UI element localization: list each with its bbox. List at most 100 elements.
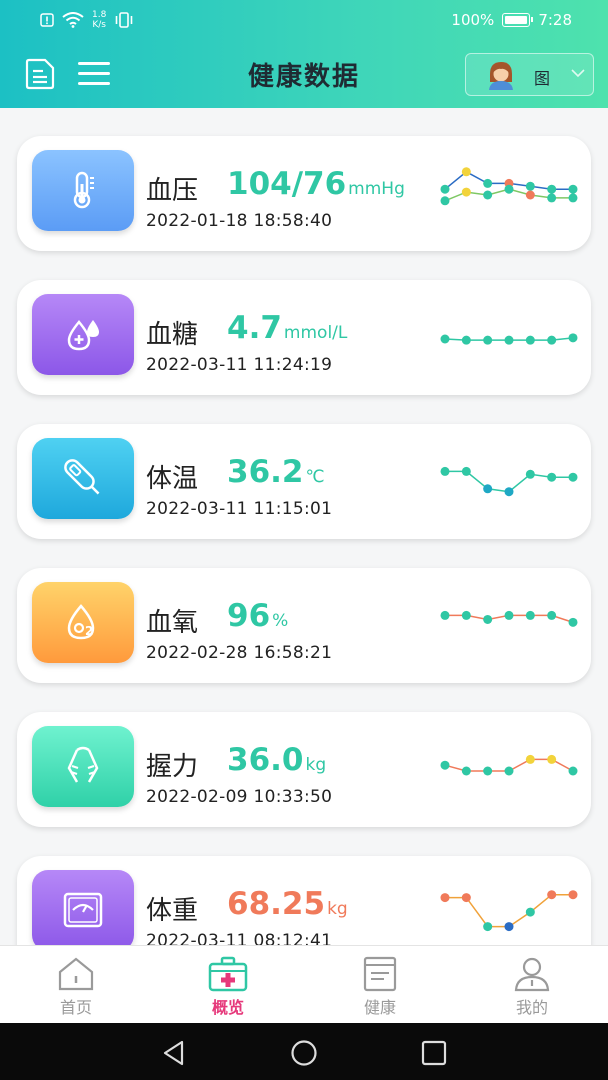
- sparkline-point: [504, 335, 514, 345]
- card-blood-sugar[interactable]: 血糖 4.7 mmol/L 2022-03-11 11:24:19: [17, 280, 591, 395]
- chevron-down-icon: [571, 69, 585, 78]
- sparkline-point: [568, 890, 578, 900]
- sparkline-point: [504, 922, 514, 932]
- sparkline-point: [525, 469, 535, 479]
- metric-timestamp: 2022-03-11 08:12:41: [146, 931, 333, 945]
- metric-value: 36.0 kg: [227, 742, 327, 778]
- sparkline-point: [461, 335, 471, 345]
- svg-text:2: 2: [85, 624, 93, 638]
- card-blood-oxygen[interactable]: 2 血氧 96% 2022-02-28 16:58:21: [17, 568, 591, 683]
- system-nav-bar: [0, 1023, 608, 1080]
- sparkline-point: [568, 617, 578, 627]
- sparkline-point: [504, 610, 514, 620]
- sparkline-point: [568, 766, 578, 776]
- sparkline-point: [504, 487, 514, 497]
- card-body-weight[interactable]: 体重 68.25 kg 2022-03-11 08:12:41: [17, 856, 591, 945]
- sparkline-point: [504, 184, 514, 194]
- metric-name: 血糖: [146, 320, 199, 350]
- sparkline-point: [461, 893, 471, 903]
- digital-thermometer-icon: [64, 459, 100, 495]
- card-icon-box: [32, 870, 134, 945]
- sparkline-point: [525, 907, 535, 917]
- sparkline-point: [440, 334, 450, 344]
- sparkline-point: [525, 190, 535, 200]
- sparkline-point: [568, 472, 578, 482]
- scale-icon: [63, 892, 103, 928]
- user-name: 图: [534, 69, 551, 88]
- metric-value: 36.2 ℃: [227, 454, 325, 490]
- home-circle-icon[interactable]: [290, 1039, 318, 1067]
- wifi-icon: [62, 12, 84, 28]
- sparkline-point: [461, 466, 471, 476]
- card-grip-strength[interactable]: 握力 36.0 kg 2022-02-09 10:33:50: [17, 712, 591, 827]
- trend-sparkline: [440, 890, 578, 932]
- sparkline-point: [547, 610, 557, 620]
- sparkline-point: [483, 484, 493, 494]
- nav-item-home[interactable]: 首页: [36, 956, 116, 1018]
- sparkline-point: [483, 766, 493, 776]
- notification-icon: [40, 13, 54, 27]
- sparkline-point: [461, 167, 471, 177]
- metric-timestamp: 2022-02-28 16:58:21: [146, 643, 333, 663]
- nav-item-me[interactable]: 我的: [492, 956, 572, 1018]
- sparkline-point: [525, 754, 535, 764]
- card-body-temperature[interactable]: 体温 36.2 ℃ 2022-03-11 11:15:01: [17, 424, 591, 539]
- thermometer-icon: [73, 171, 94, 209]
- health-data-list[interactable]: 血压 104/76 mmHg 2022-01-18 18:58:40 血糖 4.7…: [0, 108, 608, 945]
- clock: 7:28: [538, 11, 572, 29]
- sparkline-point: [568, 184, 578, 194]
- sparkline-point: [461, 187, 471, 197]
- back-icon[interactable]: [160, 1039, 188, 1067]
- app-header: 1.8 K/s 100% 7:28 健康数据 图: [0, 0, 608, 108]
- metric-name: 血压: [146, 176, 199, 206]
- home-icon: [58, 957, 94, 991]
- sparkline-point: [483, 614, 493, 624]
- sparkline-point: [525, 610, 535, 620]
- metric-value: 68.25 kg: [227, 886, 348, 922]
- metric-value: 4.7 mmol/L: [227, 310, 348, 346]
- sparkline-point: [440, 610, 450, 620]
- sparkline-point: [440, 196, 450, 206]
- trend-sparkline: [440, 754, 578, 776]
- battery-percent: 100%: [451, 11, 495, 29]
- sparkline-point: [568, 333, 578, 343]
- network-speed: 1.8 K/s: [92, 10, 107, 30]
- medical-kit-icon: [208, 956, 248, 992]
- card-icon-box: [32, 150, 134, 231]
- blood-drop-icon: [67, 320, 99, 351]
- metric-value: 96%: [227, 598, 289, 634]
- metric-value: 104/76 mmHg: [227, 166, 405, 202]
- sparkline-point: [483, 178, 493, 188]
- sparkline-point: [504, 766, 514, 776]
- card-icon-box: [32, 438, 134, 519]
- metric-timestamp: 2022-03-11 11:15:01: [146, 499, 333, 519]
- nav-item-overview[interactable]: 概览: [188, 956, 268, 1018]
- sparkline-point: [440, 184, 450, 194]
- battery-icon: [502, 13, 534, 27]
- sparkline-point: [547, 193, 557, 203]
- metric-name: 体重: [146, 896, 199, 926]
- sparkline-point: [461, 766, 471, 776]
- sparkline-point: [547, 335, 557, 345]
- status-right: 100% 7:28: [451, 11, 572, 29]
- sparkline-point: [483, 190, 493, 200]
- metric-name: 血氧: [146, 608, 199, 638]
- recents-icon[interactable]: [420, 1039, 448, 1067]
- vibrate-icon: [116, 12, 133, 28]
- sparkline-point: [547, 184, 557, 194]
- status-bar: 1.8 K/s 100% 7:28: [0, 0, 608, 40]
- user-selector[interactable]: 图: [465, 53, 594, 96]
- trend-sparkline: [440, 167, 578, 206]
- sparkline-point: [461, 610, 471, 620]
- sparkline-point: [483, 335, 493, 345]
- oxygen-drop-icon: 2: [67, 604, 95, 640]
- nav-item-health[interactable]: 健康: [340, 956, 420, 1018]
- sparkline-point: [440, 760, 450, 770]
- card-blood-pressure[interactable]: 血压 104/76 mmHg 2022-01-18 18:58:40: [17, 136, 591, 251]
- metric-name: 体温: [146, 464, 199, 494]
- trend-sparkline: [440, 466, 578, 497]
- card-icon-box: 2: [32, 582, 134, 663]
- metric-timestamp: 2022-03-11 11:24:19: [146, 355, 333, 375]
- metric-name: 握力: [146, 752, 199, 782]
- user-icon: [514, 957, 550, 992]
